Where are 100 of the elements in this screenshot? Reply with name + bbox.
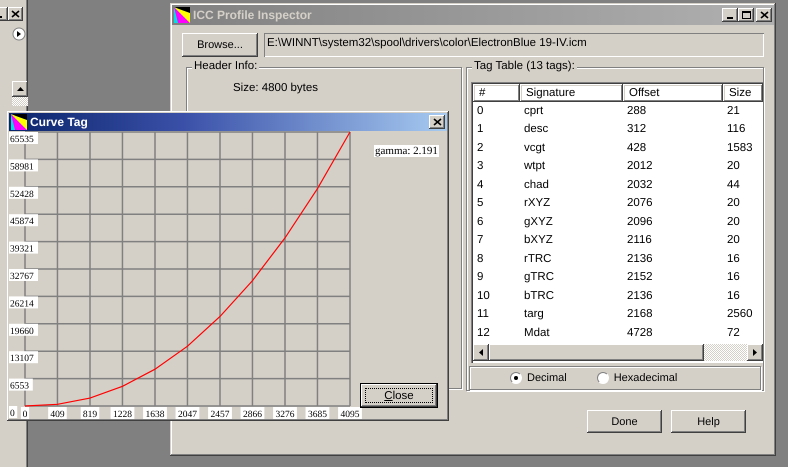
column-header[interactable]: Signature: [520, 84, 623, 102]
column-header[interactable]: #: [473, 84, 520, 102]
scroll-track: [12, 97, 28, 106]
x-tick-label: 3685: [308, 410, 328, 420]
y-tick-label: 32767: [10, 272, 34, 282]
table-cell-text: gXYZ: [523, 214, 554, 229]
table-cell-text: 4: [476, 178, 484, 192]
y-tick-label: 65535: [9, 132, 38, 145]
y-tick-label: 39321: [9, 242, 38, 255]
table-cell-text: 10: [476, 288, 491, 303]
table-cell-text: rXYZ: [523, 196, 552, 210]
x-tick-label: 3276: [273, 407, 297, 419]
y-tick-label: 45874: [9, 214, 38, 228]
close-button[interactable]: Close: [361, 384, 437, 407]
table-cell-text: 2136: [626, 288, 654, 303]
x-tick-label: 819: [80, 407, 100, 419]
column-header[interactable]: Size: [723, 84, 763, 102]
arrow-left-icon: [479, 349, 483, 356]
table-cell-text: 20: [726, 196, 741, 210]
color-triangle-icon: [174, 7, 190, 23]
x-tick-label: 1228: [112, 410, 132, 420]
x-tick-label: 409: [48, 407, 67, 419]
close-button[interactable]: [8, 7, 23, 21]
x-tick-label: 3685: [306, 407, 330, 419]
dialog-button[interactable]: Help: [671, 410, 746, 433]
y-tick-label: 52428: [10, 190, 34, 200]
file-path-field[interactable]: E:\WINNT\system32\spool\drivers\color\ElectronBlue 19-IV.icm: [264, 33, 764, 57]
y-tick-label: 58981: [10, 162, 34, 172]
x-tick-label: 1638: [146, 410, 165, 420]
table-cell-text: targ: [523, 307, 545, 322]
table-cell-text: 11: [476, 307, 490, 322]
scroll-up-button[interactable]: [12, 81, 28, 97]
table-cell-text: 20: [726, 233, 741, 248]
x-tick-label: 2457: [208, 407, 232, 419]
table-cell-text: 5: [476, 196, 484, 210]
table-cell-text: 16: [726, 252, 741, 266]
x-tick-label: 4095: [340, 410, 360, 420]
table-cell-text: 2560: [726, 307, 754, 322]
arrow-right-icon: [753, 349, 757, 356]
y-tick-label: 32767: [9, 269, 38, 282]
browse-button[interactable]: Browse...: [182, 33, 258, 57]
table-cell-text: 1583: [726, 140, 754, 155]
x-tick-label: 819: [82, 410, 98, 420]
x-tick-label: 409: [50, 410, 65, 420]
radio-label[interactable]: Hexadecimal: [614, 372, 678, 384]
table-cell-text: 4728: [626, 326, 654, 340]
y-tick-label: 26214: [10, 299, 34, 310]
dialog-button[interactable]: Done: [587, 410, 662, 433]
scroll-left-button[interactable]: [473, 344, 489, 362]
close-button[interactable]: [429, 115, 445, 129]
radio-button[interactable]: [510, 372, 522, 384]
table-cell-text: 428: [626, 140, 648, 155]
y-tick-label: 52428: [9, 186, 38, 200]
size-text: Size: 4800 bytes: [233, 82, 318, 94]
x-tick-label: 2866: [242, 410, 262, 420]
table-cell-text: rTRC: [523, 252, 552, 266]
table-cell-text: gTRC: [523, 270, 556, 284]
radio-button[interactable]: [596, 372, 609, 384]
y-tick-label: 6553: [10, 382, 30, 392]
table-cell-text: 0: [476, 104, 484, 118]
table-cell-text: 20: [726, 214, 741, 229]
table-cell-text: chad: [523, 178, 550, 192]
close-icon: [432, 118, 442, 126]
table-cell-text: vcgt: [523, 140, 546, 155]
x-tick-label: 0: [20, 407, 30, 419]
scroll-right-button[interactable]: [747, 344, 763, 362]
maximize-icon: [742, 11, 750, 19]
x-tick-label: 2047: [176, 407, 200, 419]
radio-label[interactable]: Decimal: [527, 372, 567, 384]
table-cell-text: 2076: [626, 196, 654, 210]
y-tick-label: 58981: [9, 159, 38, 172]
table-cell-text: 1: [476, 122, 484, 136]
table-cell-text: 44: [726, 178, 741, 192]
table-cell-text: desc: [523, 122, 550, 136]
y-tick-label: 45874: [10, 217, 34, 228]
table-cell-text: bXYZ: [523, 233, 554, 248]
scroll-thumb[interactable]: [489, 344, 704, 362]
gamma-label: gamma: 2.191: [374, 145, 439, 157]
y-tick-label: 13107: [9, 351, 38, 364]
y-tick-label: 19660: [9, 324, 38, 337]
table-cell-text: bTRC: [523, 288, 556, 303]
table-cell-text: 9: [476, 270, 484, 284]
table-cell-text: 21: [726, 104, 741, 118]
table-cell-text: 2012: [626, 159, 654, 174]
table-cell-text: 7: [476, 233, 484, 248]
y-tick-label: 26214: [9, 296, 38, 310]
y-tick-label: 39321: [10, 244, 34, 255]
table-cell-text: 2: [476, 140, 484, 155]
x-tick-label: 3276: [276, 410, 295, 420]
table-cell-text: 3: [476, 159, 484, 174]
close-icon: [760, 11, 768, 19]
table-cell-text: 2168: [626, 307, 654, 322]
table-cell-text: 8: [476, 252, 484, 266]
table-cell-text: 2032: [626, 178, 654, 192]
table-cell-text: wtpt: [523, 159, 546, 174]
column-header[interactable]: Offset: [623, 84, 723, 102]
x-tick-label: 2047: [178, 410, 198, 420]
table-cell-text: 2096: [626, 214, 654, 229]
x-tick-label: 4095: [338, 407, 362, 419]
table-cell-text: 288: [626, 104, 648, 118]
